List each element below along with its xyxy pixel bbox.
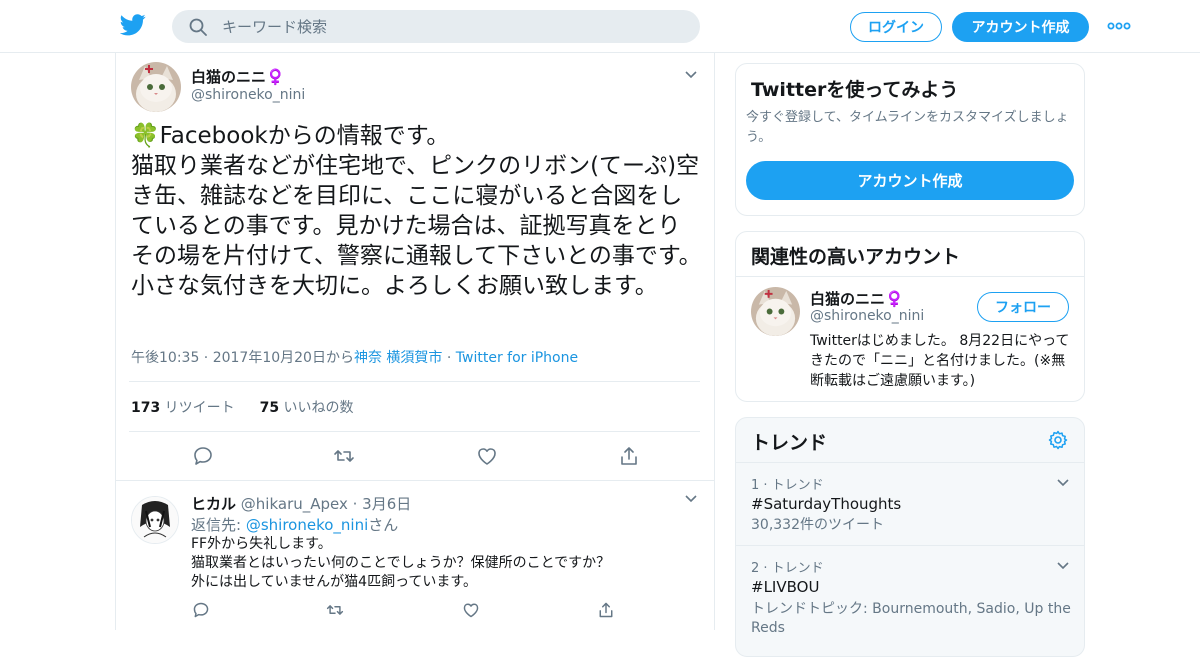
cat-photo-icon: [131, 62, 181, 112]
tweet-timestamp[interactable]: 午後10:35 · 2017年10月20日から: [131, 350, 354, 366]
signup-card-button[interactable]: アカウント作成: [746, 161, 1074, 200]
meta-separator: ·: [442, 350, 456, 366]
reply-to-link[interactable]: @shironeko_nini: [246, 516, 368, 534]
trend-count: トレンドトピック: Bournemouth, Sadio, Up the Red…: [751, 601, 1071, 636]
share-icon[interactable]: [618, 445, 640, 467]
tweet-author-name[interactable]: 白猫のニニ♀️: [191, 66, 285, 87]
retweet-stat-label: リツイート: [160, 400, 235, 416]
anime-avatar-icon: [132, 497, 178, 543]
reply-suffix: さん: [368, 516, 399, 534]
like-stat-label: いいねの数: [279, 400, 354, 416]
trend-name[interactable]: #SaturdayThoughts: [751, 495, 901, 513]
reply-author[interactable]: ヒカル @hikaru_Apex · 3月6日: [191, 493, 411, 514]
trend-name[interactable]: #LIVBOU: [751, 578, 819, 596]
retweet-icon[interactable]: [333, 445, 355, 467]
signup-card-title: Twitterを使ってみよう: [751, 79, 959, 101]
tweet-location-link[interactable]: 神奈 横須賀市: [354, 350, 442, 366]
trends-card: トレンド 1 · トレンド #SaturdayThoughts 30,332件の…: [735, 417, 1085, 657]
retweet-count: 173: [131, 400, 161, 416]
chevron-down-icon[interactable]: [684, 494, 698, 504]
gear-icon[interactable]: [1048, 430, 1068, 450]
signup-button[interactable]: アカウント作成: [952, 12, 1089, 42]
trend-meta: 1 · トレンド: [751, 478, 824, 493]
follow-button[interactable]: フォロー: [977, 292, 1069, 322]
tweet-text: 🍀Facebookからの情報です。 猫取り業者などが住宅地で、ピンクのリボン(て…: [131, 123, 702, 299]
login-button[interactable]: ログイン: [850, 12, 942, 42]
related-accounts-title: 関連性の高いアカウント: [751, 246, 961, 268]
search-icon: [189, 18, 207, 36]
more-dots-icon[interactable]: [1107, 18, 1131, 34]
chevron-down-icon[interactable]: [684, 70, 698, 80]
chevron-down-icon[interactable]: [1056, 561, 1070, 571]
like-stat[interactable]: 75 いいねの数: [260, 400, 354, 416]
divider: [736, 276, 1084, 277]
trends-title: トレンド: [751, 432, 828, 454]
cat-photo-icon: [751, 287, 800, 336]
tweet-source-link[interactable]: Twitter for iPhone: [456, 350, 578, 366]
tweet-column: 白猫のニニ♀️ @shironeko_nini 🍀Facebookからの情報です…: [115, 53, 715, 630]
tweet-author-handle[interactable]: @shironeko_nini: [191, 87, 305, 103]
reply-date[interactable]: · 3月6日: [348, 495, 412, 513]
related-account-handle[interactable]: @shironeko_nini: [810, 308, 924, 324]
divider: [736, 545, 1084, 546]
trend-count: 30,332件のツイート: [751, 517, 884, 533]
tweet-separator: [116, 480, 714, 481]
divider: [129, 431, 700, 432]
reply-context: 返信先: @shironeko_niniさん: [191, 514, 398, 535]
avatar[interactable]: [131, 62, 181, 112]
search-input[interactable]: [222, 10, 682, 43]
reply-text: FF外から失礼します。 猫取業者とはいったい何のことでしょうか？保健所のことです…: [191, 536, 611, 590]
divider: [129, 381, 700, 382]
reply-icon[interactable]: [192, 445, 214, 467]
reply-prefix: 返信先:: [191, 516, 246, 534]
reply-icon[interactable]: [192, 601, 210, 619]
related-account-bio: Twitterはじめました。 8月22日にやってきたので「ニニ」と名付けました。…: [810, 333, 1070, 389]
reply-author-handle: @hikaru_Apex: [236, 495, 348, 513]
share-icon[interactable]: [597, 601, 615, 619]
avatar[interactable]: [751, 287, 800, 336]
signup-card: Twitterを使ってみよう 今すぐ登録して、タイムラインをカスタマイズしましょ…: [735, 63, 1085, 216]
heart-icon[interactable]: [476, 445, 498, 467]
tweet-stats: 173 リツイート 75 いいねの数: [131, 397, 354, 417]
retweet-icon[interactable]: [326, 601, 344, 619]
like-count: 75: [259, 400, 280, 416]
related-accounts-card: 関連性の高いアカウント 白猫のニニ♀️ @shironeko_nini フォロー…: [735, 231, 1085, 402]
avatar[interactable]: [131, 496, 179, 544]
tweet-meta: 午後10:35 · 2017年10月20日から神奈 横須賀市 · Twitter…: [131, 347, 578, 367]
trend-meta: 2 · トレンド: [751, 561, 824, 576]
top-bar: ログイン アカウント作成: [0, 0, 1200, 53]
retweet-stat[interactable]: 173 リツイート: [131, 400, 235, 416]
search-box[interactable]: [172, 10, 700, 43]
reply-author-name: ヒカル: [191, 495, 237, 513]
signup-card-description: 今すぐ登録して、タイムラインをカスタマイズしましょう。: [746, 110, 1069, 145]
related-account-name[interactable]: 白猫のニニ♀️: [810, 288, 904, 309]
heart-icon[interactable]: [462, 601, 480, 619]
divider: [736, 462, 1084, 463]
chevron-down-icon[interactable]: [1056, 478, 1070, 488]
twitter-bird-icon[interactable]: [120, 14, 146, 36]
